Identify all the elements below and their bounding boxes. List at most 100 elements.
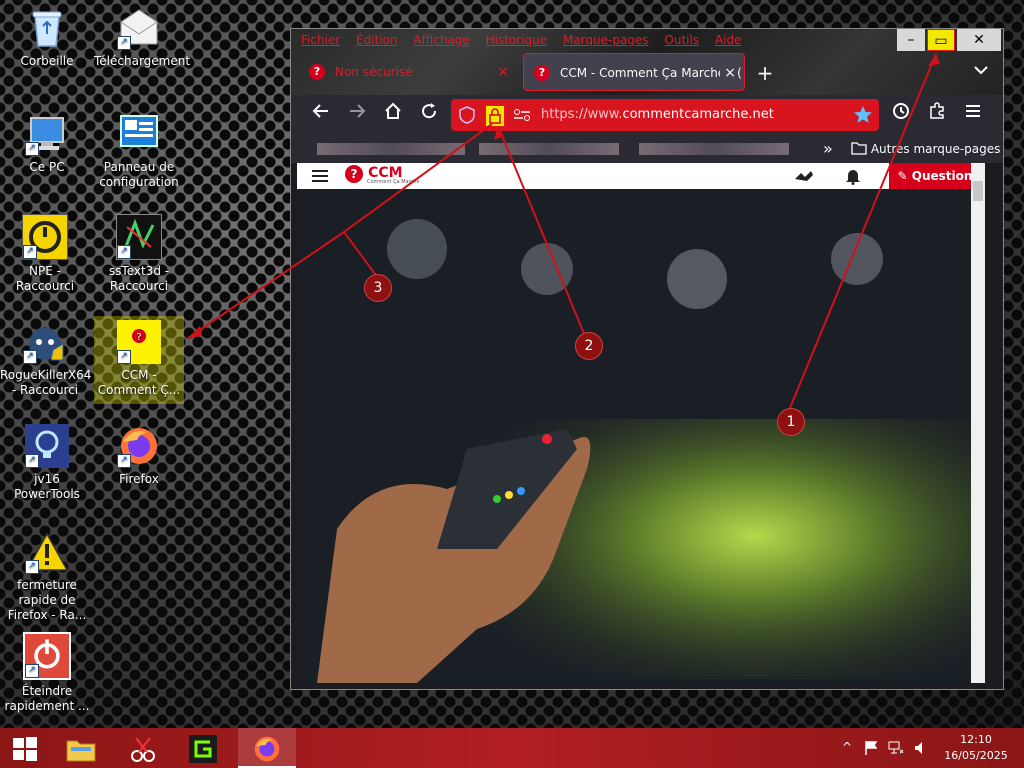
icon-label: Corbeille <box>20 54 74 68</box>
clock[interactable]: 12:10 16/05/2025 <box>940 732 1012 764</box>
power-icon: ↗ <box>23 632 71 680</box>
list-tabs-button[interactable] <box>967 59 995 87</box>
tab-non-securise[interactable]: ? Non sécurisé × <box>299 53 517 91</box>
menu-fichier[interactable]: Fichier <box>301 33 340 47</box>
shield-icon[interactable] <box>459 106 475 128</box>
action-center-flag-icon[interactable] <box>864 740 878 760</box>
recycle-bin-icon <box>25 6 69 50</box>
warning-icon: ↗ <box>25 530 69 574</box>
taskbar-snipping-tool[interactable] <box>120 728 166 768</box>
ccm-logo-subtitle: Comment Ça Marche <box>367 179 420 185</box>
url-text[interactable]: https://www.commentcamarche.net <box>541 99 774 131</box>
mascot-icon[interactable] <box>793 167 815 189</box>
desktop-icon-fermeture-firefox[interactable]: ↗ fermeture rapide de Firefox - Ra... <box>2 530 92 623</box>
bookmarks-overflow-button[interactable]: » <box>823 139 833 158</box>
menu-aide[interactable]: Aide <box>715 33 742 47</box>
minimize-button[interactable]: – <box>897 29 925 51</box>
app-menu-button[interactable] <box>959 101 987 129</box>
menu-outils[interactable]: Outils <box>664 33 699 47</box>
folder-icon <box>851 142 867 155</box>
sstext3d-icon: ↗ <box>116 214 162 260</box>
icon-label: Éteindre rapidement ... <box>4 684 90 713</box>
home-icon <box>385 102 401 119</box>
tab-title: Non sécurisé <box>335 65 413 79</box>
desktop-icon-jv16[interactable]: ↗ jv16 PowerTools <box>2 424 92 502</box>
desktop-icon-ce-pc[interactable]: ↗ Ce PC <box>2 112 92 175</box>
shortcut-arrow-icon: ↗ <box>23 245 37 259</box>
desktop-icon-recycle-bin[interactable]: Corbeille <box>2 6 92 69</box>
history-button[interactable] <box>887 101 915 129</box>
bookmark-item-blurred[interactable] <box>639 143 789 155</box>
menu-marque-pages[interactable]: Marque-pages <box>563 33 649 47</box>
taskbar-file-explorer[interactable] <box>58 728 104 768</box>
shortcut-arrow-icon: ↗ <box>117 36 131 50</box>
icon-label: Panneau de configuration <box>99 160 179 189</box>
bookmark-item-blurred[interactable] <box>317 143 465 155</box>
bookmark-star-icon[interactable] <box>853 105 873 129</box>
folder-icon <box>66 740 96 761</box>
question-button[interactable]: ✎ Question <box>889 163 981 189</box>
menu-historique[interactable]: Historique <box>486 33 548 47</box>
icon-label: CCM - Comment Ç... <box>97 368 181 397</box>
desktop-icon-roguekiller[interactable]: ↗ RogueKillerX64 - Raccourci <box>0 320 91 398</box>
start-button[interactable] <box>2 728 48 768</box>
history-icon <box>893 103 909 119</box>
page-content: ? CCM Comment Ça Marche ✎ Question <box>297 163 985 683</box>
notification-bell-icon[interactable] <box>845 167 861 189</box>
lock-icon[interactable] <box>485 105 505 127</box>
volume-icon[interactable] <box>914 740 928 760</box>
desktop-icon-firefox[interactable]: ↗ Firefox <box>94 424 184 487</box>
home-button[interactable] <box>379 101 407 129</box>
site-menu-icon[interactable] <box>311 168 329 188</box>
annotation-marker-3: 3 <box>364 274 392 302</box>
close-window-button[interactable]: ✕ <box>957 29 1001 51</box>
scrollbar[interactable] <box>971 163 985 683</box>
edit-icon: ✎ <box>897 169 912 183</box>
taskbar-firefox[interactable] <box>238 728 296 768</box>
menu-affichage[interactable]: Affichage <box>413 33 469 47</box>
bookmark-item-blurred[interactable] <box>479 143 619 155</box>
desktop-icon-panneau-configuration[interactable]: Panneau de configuration <box>94 112 184 190</box>
ccm-logo[interactable]: ? CCM Comment Ça Marche <box>345 165 420 187</box>
reload-button[interactable] <box>415 101 443 129</box>
extensions-button[interactable] <box>923 101 951 129</box>
clock-time: 12:10 <box>960 733 992 746</box>
icon-label: jv16 PowerTools <box>14 472 80 501</box>
permissions-icon[interactable] <box>513 107 531 127</box>
desktop-icon-npe[interactable]: ↗ NPE - Raccourci <box>0 214 90 294</box>
desktop-icon-ccm[interactable]: ? ↗ CCM - Comment Ç... <box>94 316 184 404</box>
desktop-icon-sstext3d[interactable]: ↗ ssText3d - Raccourci <box>94 214 184 294</box>
menu-edition[interactable]: Édition <box>356 33 398 47</box>
annotation-marker-1: 1 <box>777 408 805 436</box>
envelope-icon: ↗ <box>117 6 161 50</box>
tray-show-hidden-icons[interactable]: ^ <box>842 740 852 754</box>
back-button[interactable] <box>307 101 335 129</box>
scissors-icon <box>131 736 155 762</box>
question-label: Question <box>911 169 973 183</box>
url-bar[interactable]: https://www.commentcamarche.net <box>451 99 879 131</box>
shortcut-arrow-icon: ↗ <box>25 560 39 574</box>
firefox-icon: ↗ <box>117 424 161 468</box>
maximize-button[interactable]: ▭ <box>927 29 955 51</box>
arrow-left-icon <box>312 104 328 118</box>
windows-logo-icon <box>13 736 37 761</box>
reload-icon <box>422 103 437 119</box>
icon-label: fermeture rapide de Firefox - Ra... <box>7 578 87 622</box>
firefox-window: Fichier Édition Affichage Historique Mar… <box>290 28 1004 690</box>
new-tab-button[interactable]: + <box>751 59 779 87</box>
desktop-icon-eteindre[interactable]: ↗ Éteindre rapidement ... <box>2 632 92 714</box>
taskbar-app-green[interactable] <box>180 728 226 768</box>
scrollbar-thumb[interactable] <box>973 181 983 201</box>
tab-close-icon[interactable]: × <box>720 54 736 90</box>
firefox-icon <box>254 736 280 761</box>
forward-button[interactable] <box>343 101 371 129</box>
icon-label: ssText3d - Raccourci <box>108 264 170 293</box>
desktop-icon-telechargement[interactable]: ↗ Téléchargement <box>94 6 190 69</box>
annotation-marker-2: 2 <box>575 332 603 360</box>
tab-close-icon[interactable]: × <box>497 53 509 91</box>
network-icon[interactable] <box>888 740 904 760</box>
ccm-logo-icon: ? <box>345 165 363 183</box>
icon-label: Firefox <box>119 472 159 486</box>
tab-ccm[interactable]: ? CCM - Comment Ça Marche - ( × <box>523 53 745 91</box>
other-bookmarks-folder[interactable]: Autres marque-pages <box>851 141 1000 156</box>
